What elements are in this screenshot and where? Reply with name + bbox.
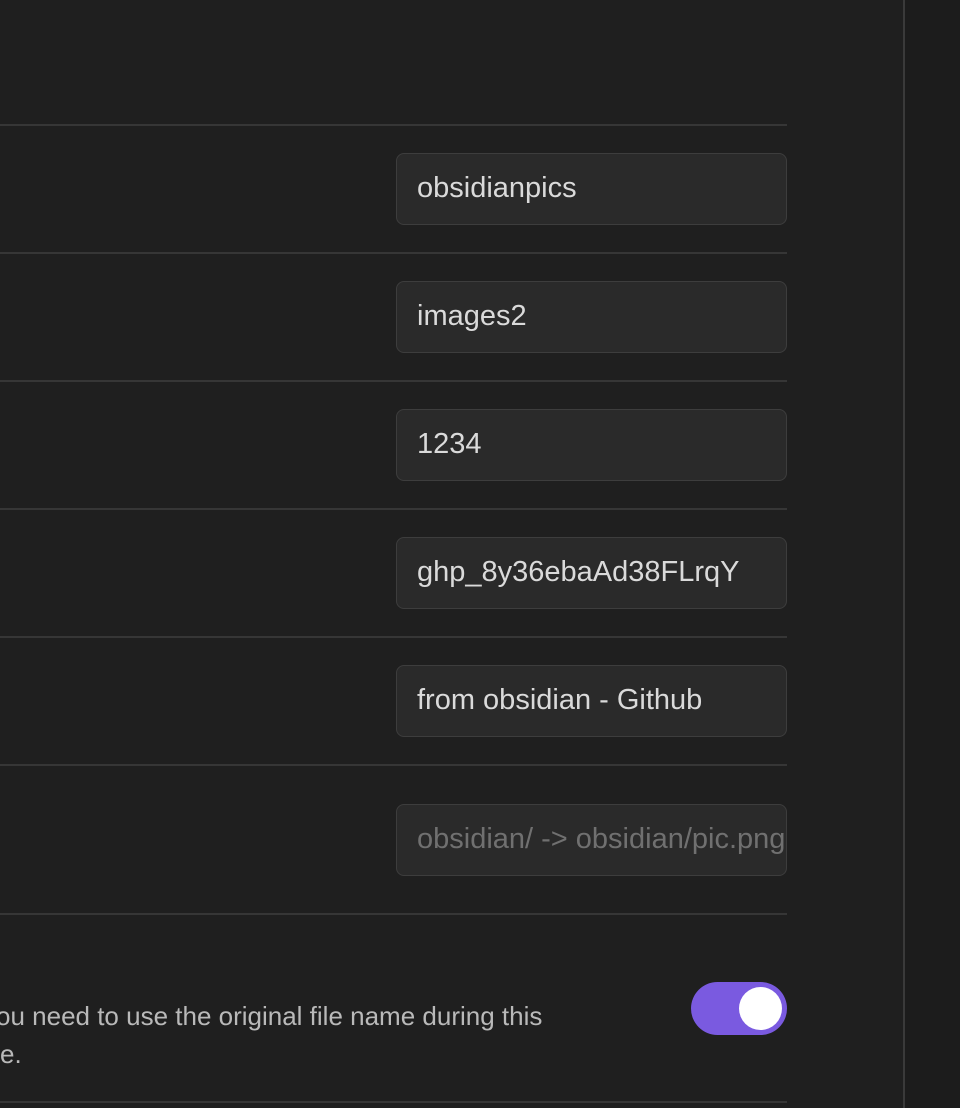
commit-message-value: from obsidian - Github	[417, 684, 703, 716]
folder-name-input[interactable]: images2	[396, 281, 787, 353]
commit-message-input[interactable]: from obsidian - Github	[396, 665, 787, 737]
original-filename-description: ou need to use the original file name du…	[0, 997, 640, 1073]
divider	[0, 508, 787, 510]
divider	[0, 1101, 787, 1103]
path-prefix-input[interactable]: obsidian/ -> obsidian/pic.png	[396, 804, 787, 876]
divider	[0, 124, 787, 126]
side-panel	[903, 0, 960, 1108]
divider	[0, 764, 787, 766]
divider	[0, 636, 787, 638]
description-line: e.	[0, 1039, 22, 1069]
repository-name-value: obsidianpics	[417, 172, 577, 204]
folder-name-value: images2	[417, 300, 527, 332]
number-field-value: 1234	[417, 428, 482, 460]
number-field-input[interactable]: 1234	[396, 409, 787, 481]
settings-page: obsidianpics images2 1234 ghp_8y36ebaAd3…	[0, 0, 960, 1108]
token-input[interactable]: ghp_8y36ebaAd38FLrqY	[396, 537, 787, 609]
divider	[0, 380, 787, 382]
description-line: ou need to use the original file name du…	[0, 1001, 543, 1031]
divider	[0, 913, 787, 915]
token-value: ghp_8y36ebaAd38FLrqY	[417, 556, 740, 588]
original-filename-toggle[interactable]	[691, 982, 787, 1035]
repository-name-input[interactable]: obsidianpics	[396, 153, 787, 225]
toggle-knob	[739, 987, 782, 1030]
path-prefix-placeholder: obsidian/ -> obsidian/pic.png	[417, 823, 786, 855]
divider	[0, 252, 787, 254]
